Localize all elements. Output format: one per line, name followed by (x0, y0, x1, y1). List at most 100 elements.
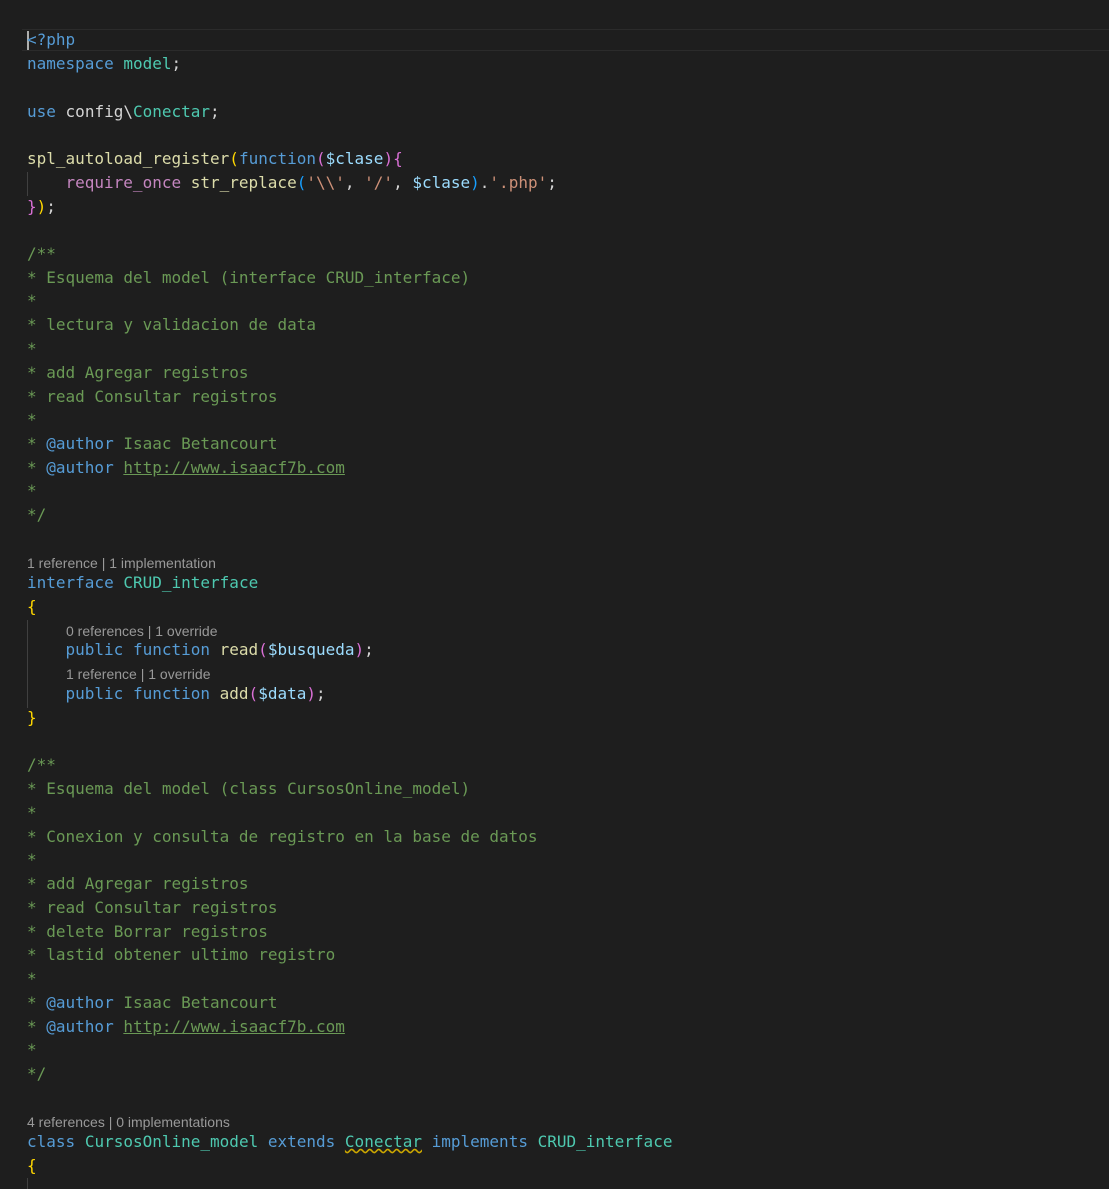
var-clase: $clase (412, 173, 471, 192)
paren: ) (306, 684, 316, 703)
brace: { (393, 149, 403, 168)
code-line-autoload[interactable]: spl_autoload_register(function($clase){ (27, 147, 403, 171)
paren: ) (383, 149, 394, 168)
doc-comment-line[interactable]: * lastid obtener ultimo registro (27, 943, 335, 967)
brace: { (27, 597, 37, 616)
semicolon: ; (547, 173, 557, 192)
code-line-open-tag[interactable]: <?php (27, 28, 75, 52)
doc-comment-line[interactable]: * Conexion y consulta de registro en la … (27, 825, 538, 849)
comment-star: * (27, 1017, 47, 1036)
function-keyword: function (132, 640, 210, 659)
author-url-link[interactable]: http://www.isaacf7b.com (123, 1017, 345, 1036)
doc-comment-line[interactable]: * Esquema del model (class CursosOnline_… (27, 777, 470, 801)
function-keyword: function (132, 684, 210, 703)
codelens-add[interactable]: 1 reference | 1 override (66, 665, 211, 683)
use-path: config\ (65, 102, 133, 121)
doc-comment-author-line[interactable]: * @author Isaac Betancourt (27, 432, 277, 456)
author-name: Isaac Betancourt (113, 993, 278, 1012)
doc-comment-line[interactable]: * read Consultar registros (27, 385, 277, 409)
paren: ) (354, 640, 365, 659)
code-line-brace-open[interactable]: { (27, 595, 37, 619)
implements-interface: CRUD_interface (537, 1132, 673, 1151)
public-keyword: public (65, 684, 124, 703)
doc-comment-line[interactable]: * (27, 479, 37, 503)
comment-star: * (27, 458, 47, 477)
extends-class-warning[interactable]: Conectar (345, 1132, 422, 1151)
comma: , (344, 173, 355, 192)
code-line-class[interactable]: class CursosOnline_model extends Conecta… (27, 1130, 672, 1154)
class-name: CursosOnline_model (84, 1132, 259, 1151)
doc-comment-line[interactable]: * (27, 967, 37, 991)
class-keyword: class (27, 1132, 76, 1151)
brace: } (27, 708, 37, 727)
author-tag: @author (46, 993, 114, 1012)
public-keyword: public (65, 640, 124, 659)
paren: ( (296, 173, 307, 192)
doc-comment-line[interactable]: */ (27, 1062, 46, 1086)
paren: ( (229, 149, 239, 168)
codelens-interface[interactable]: 1 reference | 1 implementation (27, 554, 216, 572)
use-keyword: use (27, 102, 56, 121)
doc-comment-line[interactable]: * lectura y validacion de data (27, 313, 316, 337)
code-line-class-brace-open[interactable]: { (27, 1154, 37, 1178)
doc-comment-line[interactable]: * add Agregar registros (27, 361, 249, 385)
author-tag: @author (46, 434, 114, 453)
indent-guide (27, 1178, 28, 1189)
semicolon: ; (210, 102, 220, 121)
code-line-autoload-end[interactable]: }); (27, 195, 56, 219)
doc-comment-line[interactable]: * (27, 408, 37, 432)
code-line-namespace[interactable]: namespace model; (27, 52, 181, 76)
doc-comment-line[interactable]: /** (27, 242, 56, 266)
code-line-interface[interactable]: interface CRUD_interface (27, 571, 258, 595)
string-backslash: '\\' (306, 173, 345, 192)
paren: ( (248, 684, 259, 703)
doc-comment-url-line[interactable]: * @author http://www.isaacf7b.com (27, 456, 345, 480)
code-line-add-method[interactable]: public function add($data); (27, 682, 326, 706)
doc-comment-line[interactable]: * Esquema del model (interface CRUD_inte… (27, 266, 470, 290)
doc-comment-line[interactable]: * (27, 801, 37, 825)
doc-comment-line[interactable]: * (27, 848, 37, 872)
code-line-use[interactable]: use config\Conectar; (27, 100, 220, 124)
namespace-keyword: namespace (27, 54, 114, 73)
extends-keyword: extends (267, 1132, 336, 1151)
doc-comment-url-line[interactable]: * @author http://www.isaacf7b.com (27, 1015, 345, 1039)
author-tag: @author (46, 1017, 114, 1036)
string-slash: '/' (364, 173, 394, 192)
paren: ) (470, 173, 480, 192)
code-line-read-method[interactable]: public function read($busqueda); (27, 638, 374, 662)
doc-comment-line[interactable]: * delete Borrar registros (27, 920, 268, 944)
code-line-brace-close[interactable]: } (27, 706, 37, 730)
string-php-ext: '.php' (489, 173, 548, 192)
code-editor[interactable]: <?php namespace model; use config\Conect… (0, 0, 1109, 1189)
doc-comment-author-line[interactable]: * @author Isaac Betancourt (27, 991, 277, 1015)
semicolon: ; (316, 684, 326, 703)
comment-star: * (27, 993, 47, 1012)
semicolon: ; (364, 640, 374, 659)
autoload-function: spl_autoload_register (27, 149, 230, 168)
param-clase: $clase (325, 149, 384, 168)
param-data: $data (258, 684, 307, 703)
semicolon: ; (171, 54, 182, 73)
php-open-tag: <?php (27, 30, 76, 49)
implements-keyword: implements (431, 1132, 528, 1151)
comment-star: * (27, 434, 47, 453)
semicolon: ; (46, 197, 56, 216)
doc-comment-line[interactable]: */ (27, 503, 46, 527)
doc-comment-line[interactable]: * (27, 1038, 37, 1062)
doc-comment-line[interactable]: * (27, 337, 37, 361)
paren: ) (36, 197, 47, 216)
doc-comment-line[interactable]: * (27, 289, 37, 313)
codelens-class[interactable]: 4 references | 0 implementations (27, 1113, 230, 1131)
code-line-require[interactable]: require_once str_replace('\\', '/', $cla… (27, 171, 557, 195)
current-line-highlight (22, 29, 1109, 51)
function-keyword: function (238, 149, 316, 168)
author-url-link[interactable]: http://www.isaacf7b.com (123, 458, 345, 477)
namespace-name: model (123, 54, 172, 73)
read-function: read (219, 640, 259, 659)
interface-keyword: interface (27, 573, 114, 592)
doc-comment-line[interactable]: /** (27, 753, 56, 777)
doc-comment-line[interactable]: * add Agregar registros (27, 872, 249, 896)
author-tag: @author (46, 458, 114, 477)
doc-comment-line[interactable]: * read Consultar registros (27, 896, 277, 920)
paren: ( (316, 149, 326, 168)
